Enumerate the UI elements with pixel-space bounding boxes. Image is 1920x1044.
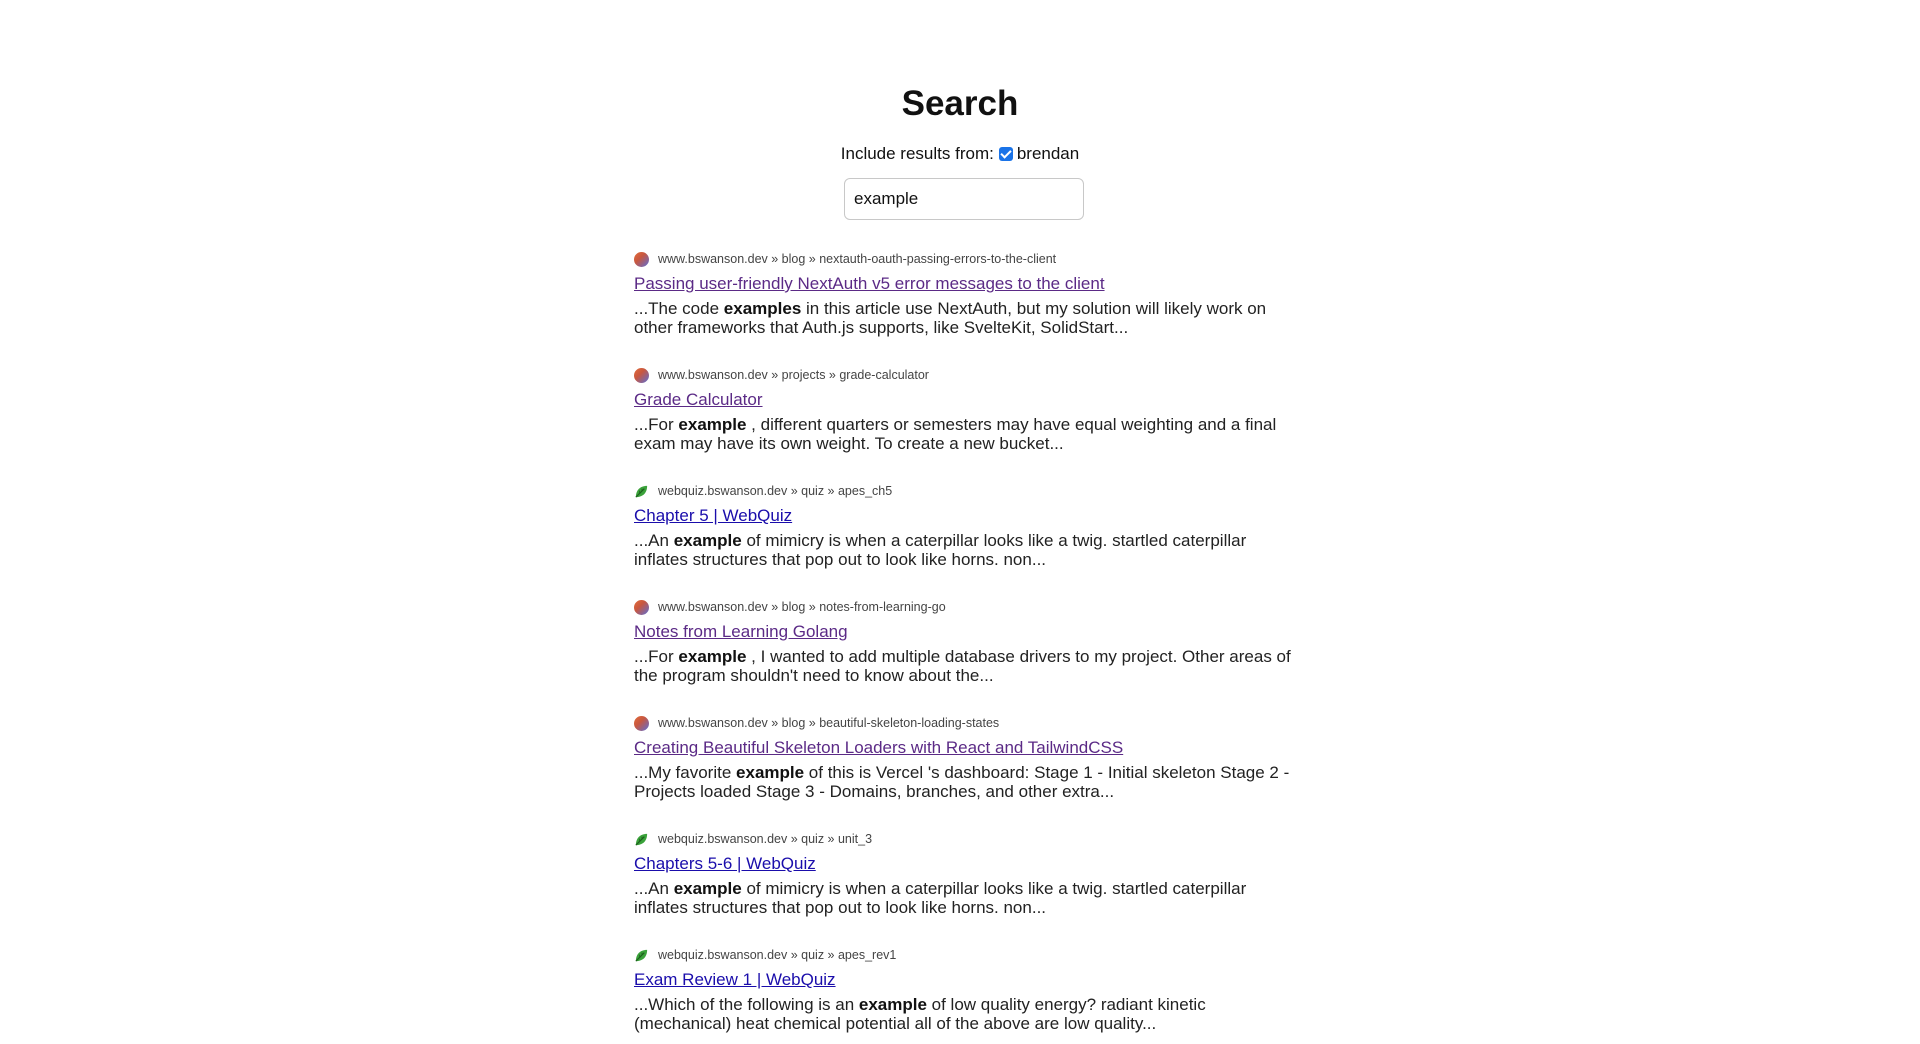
- search-result: www.bswanson.dev » blog » beautiful-skel…: [634, 714, 1294, 830]
- search-result: webquiz.bswanson.dev » quiz » unit_3 Cha…: [634, 830, 1294, 946]
- result-breadcrumb: www.bswanson.dev » blog » notes-from-lea…: [658, 600, 946, 614]
- search-result: www.bswanson.dev » blog » notes-from-lea…: [634, 598, 1294, 714]
- search-result: webquiz.bswanson.dev » quiz » apes_ch5 C…: [634, 482, 1294, 598]
- result-breadcrumb: webquiz.bswanson.dev » quiz » apes_rev1: [658, 948, 897, 962]
- result-breadcrumb-row: www.bswanson.dev » projects » grade-calc…: [634, 366, 1294, 384]
- page-title: Search: [901, 84, 1019, 123]
- search-result: www.bswanson.dev » blog » nextauth-oauth…: [634, 250, 1294, 366]
- result-breadcrumb: www.bswanson.dev » blog » beautiful-skel…: [658, 716, 1000, 730]
- leaf-icon: [634, 484, 649, 499]
- result-breadcrumb-row: webquiz.bswanson.dev » quiz » apes_rev1: [634, 946, 1294, 964]
- result-snippet: ...My favorite example of this is Vercel…: [634, 763, 1290, 801]
- result-breadcrumb-row: www.bswanson.dev » blog » beautiful-skel…: [634, 714, 1294, 732]
- source-option-label[interactable]: brendan: [1017, 144, 1079, 163]
- result-snippet: ...Which of the following is an example …: [634, 995, 1206, 1033]
- result-title-link[interactable]: Passing user-friendly NextAuth v5 error …: [634, 273, 1105, 295]
- result-title-link[interactable]: Exam Review 1 | WebQuiz: [634, 969, 836, 991]
- result-title-link[interactable]: Notes from Learning Golang: [634, 621, 848, 643]
- result-snippet: ...The code examples in this article use…: [634, 299, 1267, 337]
- search-page: Search Include results from: brendan www.…: [0, 0, 1920, 1044]
- leaf-icon: [634, 832, 649, 847]
- result-title-link[interactable]: Chapters 5-6 | WebQuiz: [634, 853, 816, 875]
- search-result: www.bswanson.dev » projects » grade-calc…: [634, 366, 1294, 482]
- snippet-match: example: [673, 531, 742, 550]
- search-result: webquiz.bswanson.dev » quiz » apes_rev1 …: [634, 946, 1294, 1044]
- result-title-link[interactable]: Creating Beautiful Skeleton Loaders with…: [634, 737, 1123, 759]
- result-snippet: ...For example , different quarters or s…: [634, 415, 1277, 453]
- result-breadcrumb: webquiz.bswanson.dev » quiz » unit_3: [658, 832, 873, 846]
- result-breadcrumb: www.bswanson.dev » blog » nextauth-oauth…: [658, 252, 1057, 266]
- site-orb-icon: [634, 367, 649, 383]
- snippet-match: example: [736, 763, 805, 782]
- result-breadcrumb: webquiz.bswanson.dev » quiz » apes_ch5: [658, 484, 893, 498]
- snippet-match: example: [678, 647, 747, 666]
- leaf-icon: [634, 948, 649, 963]
- source-filter: Include results from: brendan: [0, 143, 1920, 165]
- result-breadcrumb-row: www.bswanson.dev » blog » nextauth-oauth…: [634, 250, 1294, 268]
- snippet-match: example: [678, 415, 747, 434]
- site-orb-icon: [634, 599, 649, 615]
- result-snippet: ...An example of mimicry is when a cater…: [634, 531, 1247, 569]
- snippet-match: example: [673, 879, 742, 898]
- result-title-link[interactable]: Grade Calculator: [634, 389, 763, 411]
- result-snippet: ...For example , I wanted to add multipl…: [634, 647, 1291, 685]
- results-list: www.bswanson.dev » blog » nextauth-oauth…: [634, 250, 1294, 1044]
- result-breadcrumb-row: www.bswanson.dev » blog » notes-from-lea…: [634, 598, 1294, 616]
- site-orb-icon: [634, 715, 649, 731]
- search-input[interactable]: [844, 178, 1084, 220]
- site-orb-icon: [634, 251, 649, 267]
- result-breadcrumb-row: webquiz.bswanson.dev » quiz » apes_ch5: [634, 482, 1294, 500]
- filter-label: Include results from:: [840, 144, 994, 163]
- snippet-match: example: [858, 995, 927, 1014]
- source-checkbox[interactable]: [998, 147, 1013, 161]
- result-snippet: ...An example of mimicry is when a cater…: [634, 879, 1247, 917]
- result-breadcrumb-row: webquiz.bswanson.dev » quiz » unit_3: [634, 830, 1294, 848]
- snippet-match: examples: [723, 299, 802, 318]
- result-breadcrumb: www.bswanson.dev » projects » grade-calc…: [658, 368, 929, 382]
- result-title-link[interactable]: Chapter 5 | WebQuiz: [634, 505, 792, 527]
